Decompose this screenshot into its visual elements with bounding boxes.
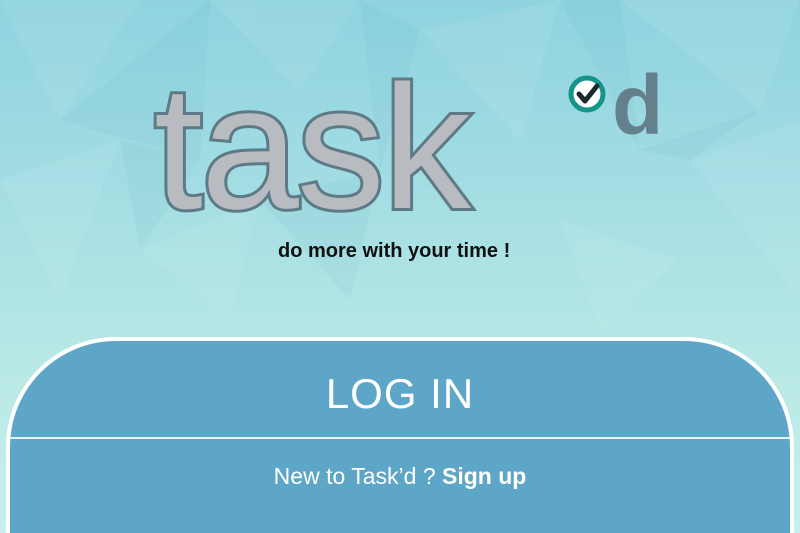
login-button[interactable]: LOG IN: [10, 341, 790, 437]
signup-row: New to Task’d ? Sign up: [10, 463, 790, 490]
login-panel: LOG IN New to Task’d ? Sign up: [6, 337, 794, 533]
signup-prompt: New to Task’d ?: [273, 463, 442, 489]
logo-wordmark: task d: [151, 47, 663, 249]
tagline-container: do more with your time !: [0, 240, 800, 270]
signup-link[interactable]: Sign up: [442, 463, 526, 489]
panel-divider: [10, 437, 790, 439]
logo-text: task: [154, 50, 472, 246]
app-logo: task d: [150, 47, 690, 249]
tagline: do more with your time !: [278, 240, 511, 262]
check-circle-icon: [568, 75, 606, 113]
logo-suffix: d: [612, 58, 663, 152]
